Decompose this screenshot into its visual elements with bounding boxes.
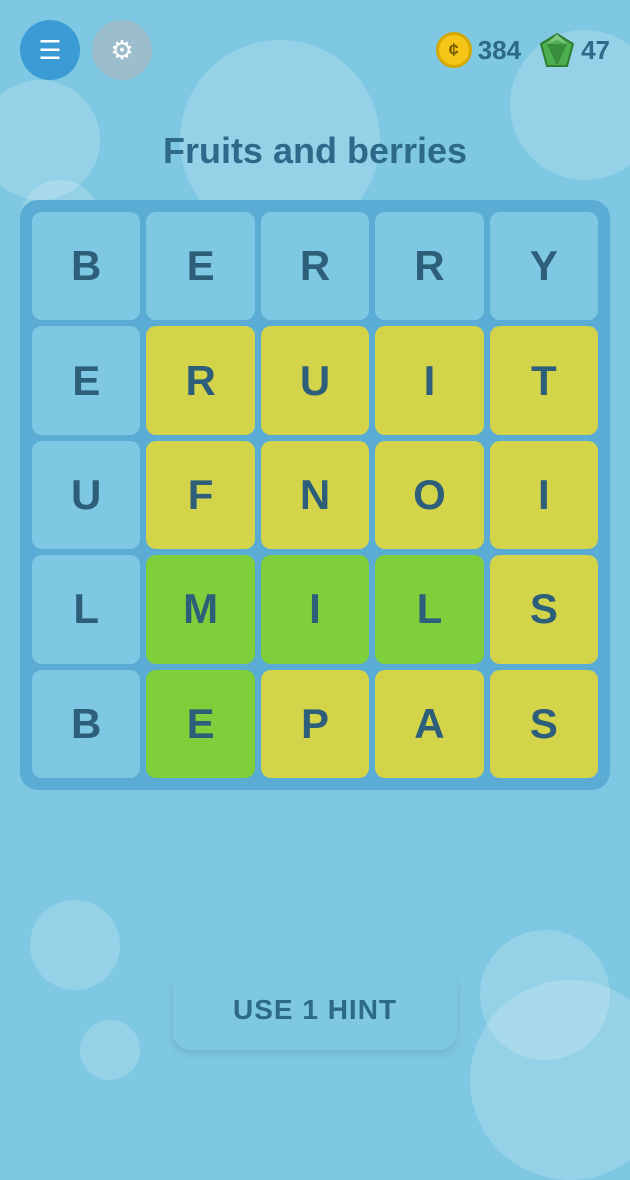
grid-cell-3-3[interactable]: L: [375, 555, 483, 663]
grid-cell-3-4[interactable]: S: [490, 555, 598, 663]
grid-cell-0-4[interactable]: Y: [490, 212, 598, 320]
grid-cell-4-4[interactable]: S: [490, 670, 598, 778]
gem-badge: 47: [539, 32, 610, 68]
grid-cell-4-0[interactable]: B: [32, 670, 140, 778]
grid-cell-3-0[interactable]: L: [32, 555, 140, 663]
grid-cell-3-1[interactable]: M: [146, 555, 254, 663]
grid-cell-1-3[interactable]: I: [375, 326, 483, 434]
grid-cell-4-2[interactable]: P: [261, 670, 369, 778]
grid-cell-1-2[interactable]: U: [261, 326, 369, 434]
grid-cell-4-3[interactable]: A: [375, 670, 483, 778]
letter-grid-container: BERRYERUITUFNOILMILSBEPAS: [20, 200, 610, 790]
top-bar-right: ¢ 384 47: [436, 32, 610, 68]
gem-icon: [539, 32, 575, 68]
grid-cell-1-1[interactable]: R: [146, 326, 254, 434]
grid-cell-1-4[interactable]: T: [490, 326, 598, 434]
grid-cell-0-3[interactable]: R: [375, 212, 483, 320]
coin-count: 384: [478, 35, 521, 66]
grid-cell-2-2[interactable]: N: [261, 441, 369, 549]
menu-icon: ☰: [38, 35, 61, 66]
top-bar-left: ☰ ⚙: [20, 20, 152, 80]
page-title: Fruits and berries: [0, 130, 630, 172]
letter-grid: BERRYERUITUFNOILMILSBEPAS: [32, 212, 598, 778]
grid-cell-2-4[interactable]: I: [490, 441, 598, 549]
grid-cell-1-0[interactable]: E: [32, 326, 140, 434]
settings-button[interactable]: ⚙: [92, 20, 152, 80]
grid-cell-2-0[interactable]: U: [32, 441, 140, 549]
menu-button[interactable]: ☰: [20, 20, 80, 80]
grid-cell-0-1[interactable]: E: [146, 212, 254, 320]
coin-icon: ¢: [436, 32, 472, 68]
hint-button-label: USE 1 HINT: [233, 994, 397, 1025]
gem-count: 47: [581, 35, 610, 66]
coin-symbol: ¢: [449, 40, 459, 61]
grid-cell-4-1[interactable]: E: [146, 670, 254, 778]
grid-cell-3-2[interactable]: I: [261, 555, 369, 663]
grid-cell-2-1[interactable]: F: [146, 441, 254, 549]
hint-button[interactable]: USE 1 HINT: [173, 970, 457, 1050]
grid-cell-0-2[interactable]: R: [261, 212, 369, 320]
coin-badge: ¢ 384: [436, 32, 521, 68]
grid-cell-0-0[interactable]: B: [32, 212, 140, 320]
gear-icon: ⚙: [110, 35, 133, 66]
grid-cell-2-3[interactable]: O: [375, 441, 483, 549]
top-bar: ☰ ⚙ ¢ 384 47: [0, 20, 630, 80]
